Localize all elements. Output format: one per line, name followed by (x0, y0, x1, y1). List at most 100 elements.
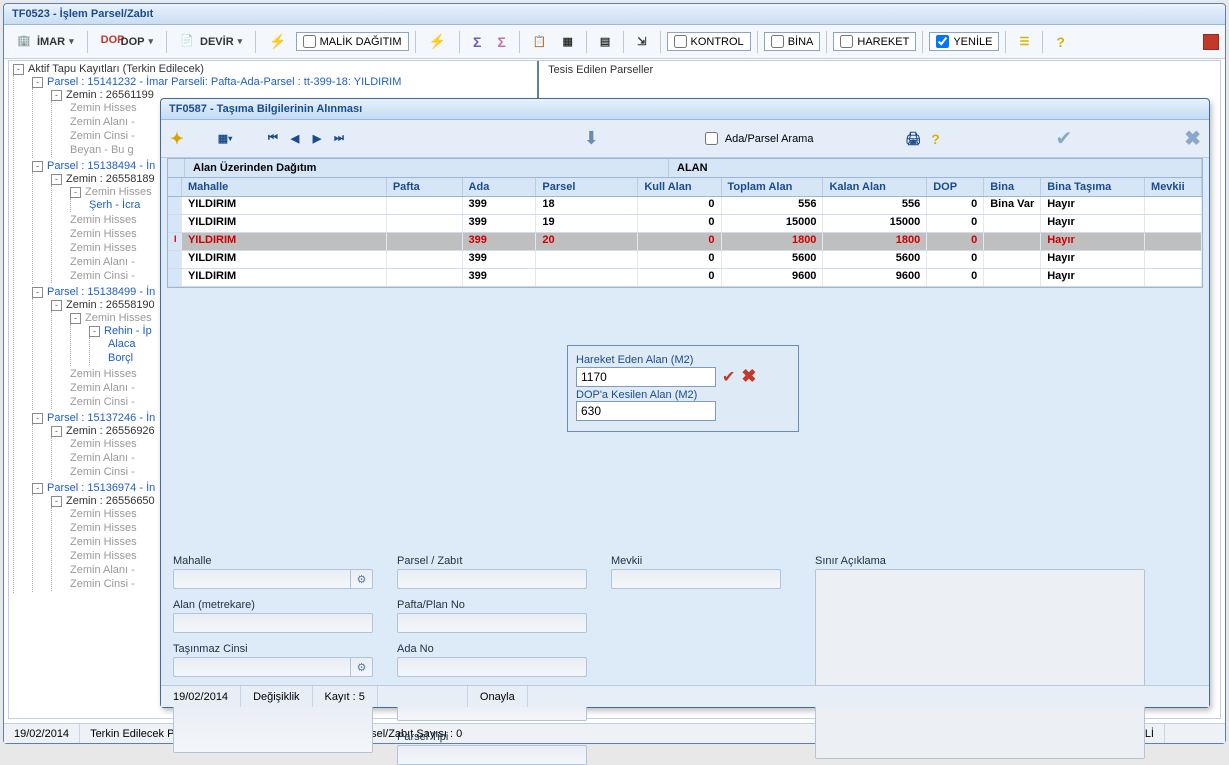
parseltipi-field[interactable] (397, 745, 587, 765)
modal-help-button[interactable]: ? (927, 131, 943, 147)
tree-item[interactable]: Beyan - Bu g (70, 144, 134, 156)
last-button[interactable]: ⏭ (331, 131, 347, 147)
tree-item[interactable]: Zemin Hisses (70, 228, 137, 240)
tree-parsel-3[interactable]: Parsel : 15138499 - İn (47, 286, 155, 298)
hareket-check[interactable]: HAREKET (833, 32, 916, 51)
tree-item[interactable]: Zemin Alanı - (70, 452, 135, 464)
tree-item[interactable]: Zemin Hisses (70, 508, 137, 520)
adano-field[interactable] (397, 657, 587, 677)
tree-zemin-5[interactable]: Zemin : 26556650 (66, 495, 155, 507)
help-button[interactable]: ? (1049, 30, 1072, 54)
hareket-alan-input[interactable] (576, 367, 716, 387)
grid-view-button[interactable]: ▦▾ (217, 131, 233, 147)
confirm-button[interactable]: ✔ (1055, 126, 1072, 151)
tca-field[interactable] (173, 701, 373, 753)
grid-row[interactable]: YILDIRIM3990560056000Hayır (168, 251, 1202, 269)
grid-col-header[interactable]: Parsel (536, 178, 638, 196)
close-button[interactable] (1203, 34, 1219, 50)
tree-item[interactable]: Zemin Hisses (85, 186, 152, 198)
tree-item[interactable]: Zemin Hisses (70, 242, 137, 254)
grid-row[interactable]: IYILDIRIM399200180018000Hayır (168, 233, 1202, 251)
dop-button[interactable]: DOPDOP▾ (94, 30, 160, 54)
grid-row[interactable]: YILDIRIM39919015000150000Hayır (168, 215, 1202, 233)
grid-col-header[interactable]: Mevkii (1145, 178, 1202, 196)
tree-zemin-4[interactable]: Zemin : 26556926 (66, 425, 155, 437)
grid-col-header[interactable]: Pafta (387, 178, 463, 196)
mevkii-field[interactable] (611, 569, 781, 589)
bina-check[interactable]: BİNA (764, 32, 821, 51)
sigma2-button[interactable]: Σ (490, 30, 512, 54)
grid-col-header[interactable]: Toplam Alan (722, 178, 824, 196)
tool-b-button[interactable]: ▦ (555, 31, 579, 52)
tree-item[interactable]: Zemin Alanı - (70, 564, 135, 576)
dop-alan-input[interactable] (576, 401, 716, 421)
imar-button[interactable]: 🏢İMAR▾ (10, 30, 81, 54)
tree-item[interactable]: Zemin Hisses (70, 438, 137, 450)
grid-col-header[interactable]: DOP (927, 178, 984, 196)
malik-dagitim-check[interactable]: MALİK DAĞITIM (296, 32, 409, 51)
popup-cancel-button[interactable]: ✖ (741, 366, 756, 387)
tree-zemin-2[interactable]: Zemin : 26558189 (66, 173, 155, 185)
parselzabit-field[interactable] (397, 569, 587, 589)
modal-close-button[interactable]: ✖ (1184, 126, 1201, 151)
tool-d-button[interactable]: ⇲ (630, 31, 653, 52)
grid-col-header[interactable]: Bina Taşıma (1041, 178, 1145, 196)
grid-col-header[interactable]: Bina (984, 178, 1041, 196)
tree-parsel-1[interactable]: Parsel : 15141232 - İmar Parseli: Pafta-… (47, 76, 401, 88)
grid-row[interactable]: YILDIRIM3991805565560Bina VarHayır (168, 197, 1202, 215)
tool-e-button[interactable]: ☰ (1012, 31, 1036, 52)
tascinsi-lookup-button[interactable]: ⚙ (350, 658, 372, 676)
tree-serh[interactable]: Şerh - İcra (89, 199, 140, 211)
tree-rehin[interactable]: Rehin - İp (104, 325, 152, 337)
sigma1-button[interactable]: Σ (466, 30, 488, 54)
bolt-button[interactable]: ⚡ (262, 29, 293, 54)
tool-c-button[interactable]: ▤ (593, 31, 617, 52)
tree-item[interactable]: Zemin Cinsi - (70, 130, 135, 142)
tree-item[interactable]: Alaca (108, 338, 136, 350)
grid-col-header[interactable]: Mahalle (182, 178, 387, 196)
bolt2-button[interactable]: ⚡ (422, 29, 453, 54)
tree-item[interactable]: Zemin Alanı - (70, 256, 135, 268)
tree-item[interactable]: Zemin Hisses (85, 312, 152, 324)
download-button[interactable]: ⬇ (584, 128, 599, 149)
print-button[interactable] (905, 131, 921, 147)
tree-parsel-4[interactable]: Parsel : 15137246 - İn (47, 412, 155, 424)
tree-item[interactable]: Zemin Cinsi - (70, 466, 135, 478)
alan-field[interactable] (173, 613, 373, 633)
grid-col-header[interactable]: Ada (463, 178, 537, 196)
tree-item[interactable]: Zemin Hisses (70, 522, 137, 534)
tree-item[interactable]: Zemin Cinsi - (70, 270, 135, 282)
tascinsi-field[interactable]: ⚙ (173, 657, 373, 677)
tree-item[interactable]: Zemin Hisses (70, 368, 137, 380)
tree-item[interactable]: Zemin Cinsi - (70, 578, 135, 590)
devir-button[interactable]: 📄DEVİR▾ (173, 30, 249, 54)
mahalle-lookup-button[interactable]: ⚙ (350, 570, 372, 588)
kontrol-check[interactable]: KONTROL (667, 32, 751, 51)
popup-ok-button[interactable]: ✔ (722, 367, 735, 387)
prev-button[interactable]: ◀ (287, 131, 303, 147)
tree-zemin-1[interactable]: Zemin : 26561199 (66, 89, 154, 101)
tool-a-button[interactable]: 📋 (526, 31, 554, 52)
tree-item[interactable]: Zemin Hisses (70, 102, 137, 114)
tree-item[interactable]: Zemin Cinsi - (70, 396, 135, 408)
paftaplan-field[interactable] (397, 613, 587, 633)
tree-item[interactable]: Zemin Hisses (70, 550, 137, 562)
grid-col-header[interactable]: Kalan Alan (823, 178, 927, 196)
tree-parsel-2[interactable]: Parsel : 15138494 - İn (47, 160, 155, 172)
tree-parsel-5[interactable]: Parsel : 15136974 - İn (47, 482, 155, 494)
grid-row[interactable]: YILDIRIM3990960096000Hayır (168, 269, 1202, 287)
tree-item[interactable]: Zemin Hisses (70, 536, 137, 548)
tree-item[interactable]: Zemin Hisses (70, 214, 137, 226)
first-button[interactable]: ⏮ (265, 131, 281, 147)
yenile-check[interactable]: YENİLE (929, 32, 999, 51)
tree-item[interactable]: Borçl (108, 352, 133, 364)
tree-zemin-3[interactable]: Zemin : 26558190 (66, 299, 155, 311)
tree-toggle[interactable]: - (13, 64, 24, 75)
search-check[interactable]: Ada/Parsel Arama (701, 129, 814, 148)
mahalle-field[interactable]: ⚙ (173, 569, 373, 589)
grid-col-header[interactable]: Kull Alan (638, 178, 721, 196)
tree-item[interactable]: Zemin Alanı - (70, 382, 135, 394)
next-button[interactable]: ▶ (309, 131, 325, 147)
tree-item[interactable]: Zemin Alanı - (70, 116, 135, 128)
sinir-field[interactable] (815, 569, 1145, 759)
